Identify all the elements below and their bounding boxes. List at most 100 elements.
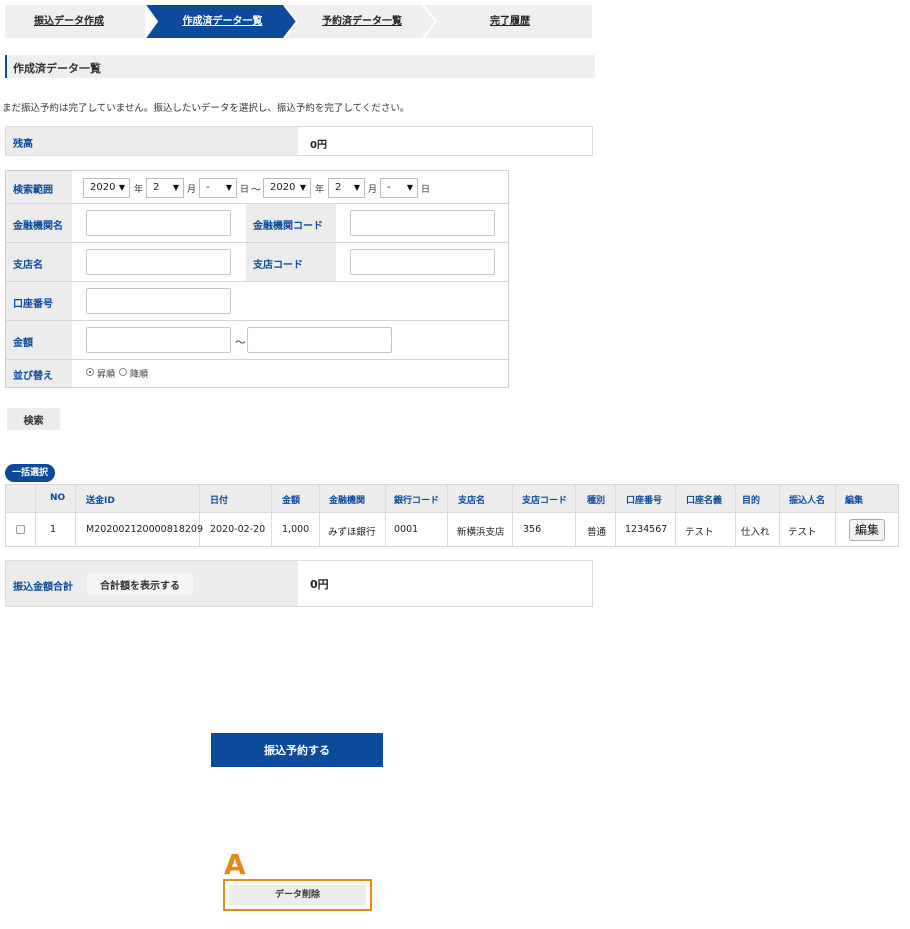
th-amount: 金額: [282, 496, 301, 506]
delete-data-button[interactable]: データ削除: [229, 885, 366, 905]
sort-row: 並び替え 昇順 降順: [6, 360, 508, 387]
step-create[interactable]: 振込データ作成: [5, 5, 133, 38]
notice-text: まだ振込予約は完了していません。振込したいデータを選択し、振込予約を完了してくだ…: [2, 103, 410, 114]
th-date: 日付: [210, 496, 229, 506]
bank-code-input[interactable]: [350, 210, 495, 236]
date-range-row: 検索範囲 2020 ▼ 年 2 ▼ 月 - ▼ 日 ～ 2020 ▼ 年 2 ▼ 月 - ▼…: [6, 171, 508, 204]
bank-row: 金融機関名 金融機関コード: [6, 204, 508, 243]
balance-label: 残高: [13, 139, 33, 150]
section-header: 作成済データ一覧: [5, 55, 595, 78]
edit-button[interactable]: 編集: [849, 519, 885, 541]
step-history[interactable]: 完了履歴: [437, 5, 583, 38]
th-bank: 金融機関: [329, 496, 366, 506]
account-row: 口座番号: [6, 282, 508, 321]
step-reserved-list[interactable]: 予約済データ一覧: [297, 5, 427, 38]
th-sender: 振込人名: [789, 496, 826, 506]
sort-label-cell: 並び替え: [6, 360, 72, 387]
cell-bank: みずほ銀行: [328, 527, 376, 538]
unit-month-to: 月: [368, 185, 378, 195]
search-button[interactable]: 検索: [7, 408, 60, 430]
to-day-select[interactable]: - ▼: [380, 178, 418, 198]
th-account: 口座番号: [626, 496, 663, 506]
unit-year: 年: [134, 185, 144, 195]
balance-label-cell: 残高: [6, 127, 298, 155]
cell-sender: テスト: [788, 527, 817, 538]
col-divider: [735, 485, 736, 546]
from-day-select[interactable]: - ▼: [199, 178, 237, 198]
bank-name-label-cell: 金融機関名: [6, 204, 72, 242]
col-divider: [447, 485, 448, 546]
amount-tilde: ～: [235, 336, 246, 349]
chevron-down-icon: ▼: [299, 183, 306, 192]
from-month-value: 2: [153, 182, 160, 193]
bulk-select-button[interactable]: 一括選択: [5, 464, 55, 482]
total-box: 振込金額合計 合計額を表示する 0円: [5, 560, 593, 607]
cell-type: 普通: [587, 527, 607, 538]
cell-branch-code: 356: [523, 524, 542, 535]
chevron-down-icon: ▼: [225, 183, 232, 192]
balance-value: 0円: [310, 140, 327, 151]
row-checkbox[interactable]: [16, 525, 25, 534]
sort-label: 並び替え: [13, 371, 53, 382]
col-divider: [575, 485, 576, 546]
from-month-select[interactable]: 2 ▼: [146, 178, 184, 198]
col-divider: [35, 485, 36, 546]
amount-min-input[interactable]: [86, 327, 231, 353]
amount-max-input[interactable]: [247, 327, 392, 353]
unit-day: 日: [240, 185, 250, 195]
from-year-select[interactable]: 2020 ▼: [83, 178, 130, 198]
cell-bank-code: 0001: [394, 524, 419, 535]
delete-highlight: データ削除: [223, 879, 372, 911]
total-value: 0円: [310, 578, 329, 591]
sort-asc-radio[interactable]: [86, 368, 94, 376]
sort-desc-radio[interactable]: [119, 368, 127, 376]
cell-amount: 1,000: [282, 524, 310, 535]
reserve-transfer-button[interactable]: 振込予約する: [211, 733, 383, 767]
bank-code-label-cell: 金融機関コード: [246, 204, 336, 242]
amount-label-cell: 金額: [6, 321, 72, 359]
th-no: NO: [50, 493, 66, 503]
cell-branch: 新横浜支店: [457, 527, 505, 538]
col-divider: [615, 485, 616, 546]
branch-row: 支店名 支店コード: [6, 243, 508, 282]
amount-label: 金額: [13, 338, 33, 349]
from-day-value: -: [206, 182, 210, 193]
th-branch-code: 支店コード: [522, 496, 568, 506]
step-created-list[interactable]: 作成済データ一覧: [155, 5, 290, 38]
cell-no: 1: [50, 524, 57, 535]
th-edit: 編集: [845, 496, 864, 506]
cell-date: 2020-02-20: [210, 524, 266, 535]
col-divider: [319, 485, 320, 546]
to-month-value: 2: [335, 182, 342, 193]
th-branch: 支店名: [458, 496, 486, 506]
date-range-label-cell: 検索範囲: [6, 171, 72, 203]
account-label-cell: 口座番号: [6, 282, 72, 320]
th-purpose: 目的: [742, 496, 761, 506]
section-title: 作成済データ一覧: [13, 62, 101, 75]
to-year-value: 2020: [270, 182, 296, 193]
branch-code-input[interactable]: [350, 249, 495, 275]
branch-name-input[interactable]: [86, 249, 231, 275]
col-divider: [385, 485, 386, 546]
col-divider: [779, 485, 780, 546]
annotation-marker: A: [224, 848, 246, 881]
account-label: 口座番号: [13, 299, 53, 310]
th-holder: 口座名義: [686, 496, 723, 506]
from-year-value: 2020: [90, 182, 116, 193]
bank-code-label: 金融機関コード: [253, 221, 323, 232]
sort-desc-label: 降順: [130, 370, 149, 380]
to-year-select[interactable]: 2020 ▼: [263, 178, 311, 198]
account-input[interactable]: [86, 288, 231, 314]
range-tilde: ～: [251, 185, 261, 196]
col-divider: [835, 485, 836, 546]
show-total-button[interactable]: 合計額を表示する: [87, 573, 193, 595]
th-bank-code: 銀行コード: [394, 496, 440, 506]
step-navigation: 振込データ作成 作成済データ一覧 予約済データ一覧 完了履歴: [5, 5, 592, 38]
col-divider: [75, 485, 76, 546]
to-day-value: -: [387, 182, 391, 193]
bank-name-input[interactable]: [86, 210, 231, 236]
cell-id: M202002120000818209: [86, 524, 203, 535]
to-month-select[interactable]: 2 ▼: [328, 178, 365, 198]
cell-account: 1234567: [625, 524, 668, 535]
cell-holder: テスト: [685, 527, 714, 538]
